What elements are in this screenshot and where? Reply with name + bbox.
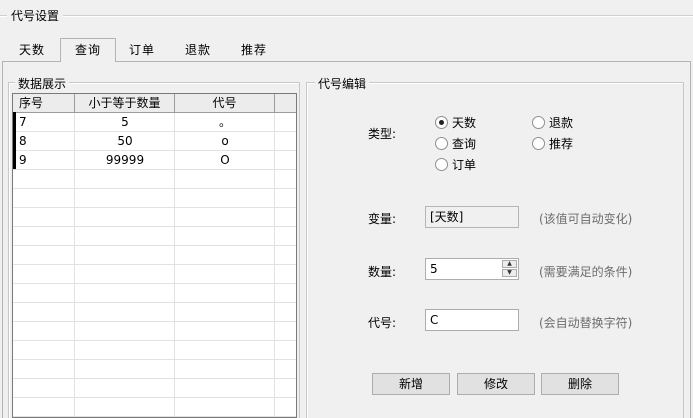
radio-days-label: 天数	[452, 116, 477, 130]
spinner: ▲ ▼	[502, 260, 517, 278]
cell-index: 8	[19, 134, 27, 148]
data-grid[interactable]: 序号 小于等于数量 代号 7 5 。 8 50 o 9 99999 O	[12, 93, 297, 418]
code-edit-title: 代号编辑	[315, 75, 370, 92]
grid-hline	[13, 378, 296, 379]
radio-days[interactable]: 天数	[435, 115, 476, 131]
data-display-title: 数据展示	[15, 75, 70, 92]
code-hint: (会自动替换字符)	[539, 316, 633, 330]
column-header-code[interactable]: 代号	[175, 94, 275, 113]
spin-down-icon[interactable]: ▼	[502, 269, 517, 277]
quantity-stepper[interactable]: 5 ▲ ▼	[425, 258, 519, 280]
tab-refund[interactable]: 退款	[178, 40, 218, 60]
radio-query[interactable]: 查询	[435, 136, 476, 152]
grid-hline	[13, 397, 296, 398]
variable-label: 变量:	[368, 212, 397, 226]
radio-orders-label: 订单	[452, 158, 477, 172]
tab-query[interactable]: 查询	[60, 38, 116, 62]
cell-code: o	[221, 134, 229, 148]
grid-hline	[13, 188, 296, 189]
selection-marker	[13, 112, 16, 169]
grid-hline	[13, 283, 296, 284]
radio-recommend-label: 推荐	[549, 137, 574, 151]
radio-unchecked-icon	[532, 137, 545, 150]
tab-days[interactable]: 天数	[12, 40, 52, 60]
radio-refund[interactable]: 退款	[532, 115, 573, 131]
radio-checked-icon	[435, 116, 448, 129]
grid-hline	[13, 207, 296, 208]
grid-hline	[13, 302, 296, 303]
edit-button[interactable]: 修改	[457, 373, 535, 395]
grid-hline	[13, 340, 296, 341]
code-input[interactable]: C	[425, 309, 519, 331]
cell-index: 7	[19, 115, 27, 129]
cell-max-qty: 99999	[105, 153, 145, 167]
grid-hline	[13, 416, 296, 417]
spin-up-icon[interactable]: ▲	[502, 260, 517, 268]
grid-hline	[13, 226, 296, 227]
radio-refund-label: 退款	[549, 116, 574, 130]
delete-button[interactable]: 删除	[541, 373, 619, 395]
radio-unchecked-icon	[435, 158, 448, 171]
quantity-label: 数量:	[368, 265, 397, 279]
tab-orders[interactable]: 订单	[122, 40, 162, 60]
radio-orders[interactable]: 订单	[435, 157, 476, 173]
type-label: 类型:	[368, 127, 397, 141]
code-edit-group: 代号编辑	[306, 75, 684, 418]
code-label: 代号:	[368, 316, 397, 330]
tab-recommend[interactable]: 推荐	[234, 40, 274, 60]
outer-group-line-highlight	[0, 16, 693, 17]
radio-recommend[interactable]: 推荐	[532, 136, 573, 152]
add-button[interactable]: 新增	[372, 373, 450, 395]
window-title: 代号设置	[7, 7, 64, 24]
variable-field: [天数]	[425, 206, 519, 228]
radio-unchecked-icon	[435, 137, 448, 150]
quantity-value: 5	[430, 262, 438, 276]
cell-max-qty: 5	[121, 115, 129, 129]
variable-hint: (该值可自动变化)	[539, 212, 633, 226]
cell-max-qty: 50	[117, 134, 133, 148]
column-header-max-qty[interactable]: 小于等于数量	[75, 94, 175, 113]
grid-hline	[13, 264, 296, 265]
column-header-filler	[275, 94, 296, 113]
quantity-hint: (需要满足的条件)	[539, 265, 633, 279]
cell-code: O	[220, 153, 230, 167]
grid-hline	[13, 245, 296, 246]
radio-unchecked-icon	[532, 116, 545, 129]
radio-query-label: 查询	[452, 137, 477, 151]
grid-hline	[13, 359, 296, 360]
cell-code: 。	[218, 115, 231, 129]
grid-hline	[13, 321, 296, 322]
cell-index: 9	[19, 153, 27, 167]
column-header-index[interactable]: 序号	[13, 94, 75, 113]
